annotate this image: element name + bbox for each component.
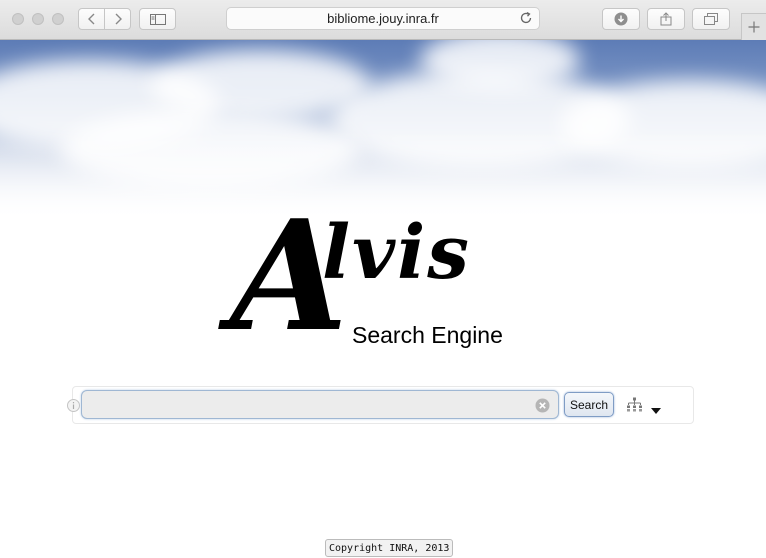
chevron-right-icon <box>115 13 122 25</box>
reload-icon <box>520 11 532 24</box>
info-icon[interactable] <box>67 399 80 417</box>
copyright-notice: Copyright INRA, 2013 <box>325 539 454 557</box>
search-field[interactable] <box>81 390 559 419</box>
search-button[interactable]: Search <box>564 392 614 417</box>
show-tabs-button[interactable] <box>692 8 730 30</box>
address-text: bibliome.jouy.inra.fr <box>327 11 439 26</box>
new-tab-button[interactable] <box>741 13 766 40</box>
hierarchy-icon[interactable] <box>626 397 643 417</box>
downloads-button[interactable] <box>602 8 640 30</box>
logo-subtitle: Search Engine <box>352 322 503 348</box>
share-button[interactable] <box>647 8 685 30</box>
clear-icon[interactable] <box>535 398 550 418</box>
search-panel: Search <box>67 386 694 424</box>
back-button[interactable] <box>79 9 104 29</box>
chevron-left-icon <box>87 13 94 25</box>
sky-banner <box>0 40 766 220</box>
logo-wordmark: lvis <box>322 210 471 296</box>
alvis-logo: A lvis Search Engine <box>230 200 530 353</box>
caret-down-icon[interactable] <box>651 401 661 419</box>
tabs-icon <box>704 13 718 25</box>
plus-icon <box>748 21 760 33</box>
sidebar-button[interactable] <box>139 8 176 30</box>
history-navigation <box>78 8 131 30</box>
reload-button[interactable] <box>519 11 533 28</box>
address-bar[interactable]: bibliome.jouy.inra.fr <box>226 7 540 30</box>
share-icon <box>660 12 672 26</box>
forward-button[interactable] <box>104 9 130 29</box>
close-window-button[interactable] <box>12 13 24 25</box>
zoom-window-button[interactable] <box>52 13 64 25</box>
download-icon <box>614 12 628 26</box>
search-input[interactable] <box>82 391 558 418</box>
browser-toolbar: bibliome.jouy.inra.fr <box>0 0 766 40</box>
sidebar-icon <box>149 13 166 25</box>
minimize-window-button[interactable] <box>32 13 44 25</box>
